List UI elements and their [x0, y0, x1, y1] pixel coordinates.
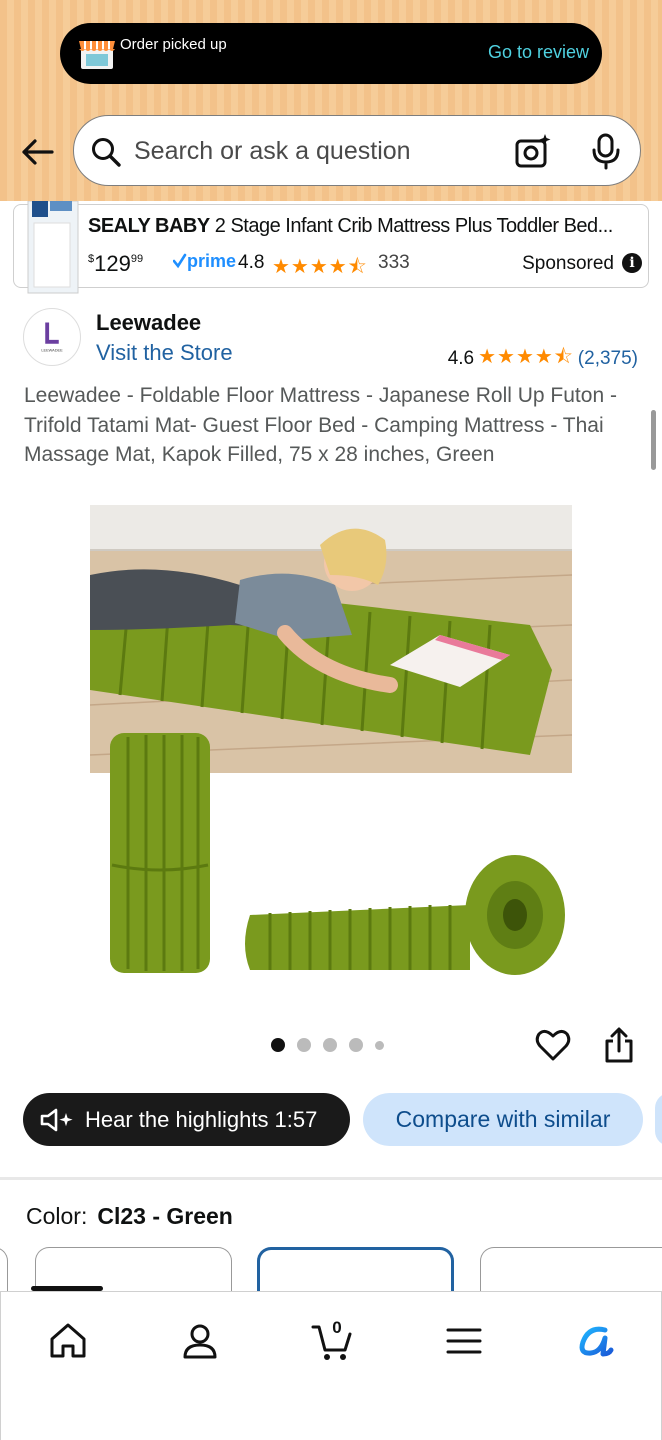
microphone-icon[interactable] — [588, 132, 624, 170]
section-divider — [0, 1177, 662, 1180]
sponsored-info-row: $12999 prime 4.8 ★★★★⯪ 333 Sponsored i — [88, 251, 644, 278]
account-icon[interactable] — [179, 1320, 221, 1362]
carousel-dot[interactable] — [349, 1038, 363, 1052]
speaker-sparkle-icon — [40, 1108, 73, 1131]
sponsored-review-count: 333 — [378, 252, 410, 273]
store-icon — [79, 41, 115, 69]
search-input[interactable] — [134, 134, 494, 168]
hear-highlights-button[interactable]: Hear the highlights 1:57 — [23, 1093, 350, 1146]
sponsored-rating: 4.8 — [238, 252, 265, 273]
rating-stars: ★★★★⯪ — [478, 346, 574, 368]
carousel-dot[interactable] — [297, 1038, 311, 1052]
carousel-dot[interactable] — [271, 1038, 285, 1052]
svg-text:LEEWADEE: LEEWADEE — [41, 348, 63, 352]
carousel-dot[interactable] — [323, 1038, 337, 1052]
color-selector-label: Color: Cl23 - Green — [26, 1203, 233, 1230]
active-tab-indicator — [31, 1286, 103, 1291]
back-arrow-icon[interactable] — [18, 132, 58, 172]
sponsored-product-card[interactable]: SEALY BABY 2 Stage Infant Crib Mattress … — [13, 201, 649, 294]
brand-name: Leewadee — [96, 310, 202, 335]
rufus-icon[interactable] — [575, 1320, 617, 1362]
image-carousel-dots[interactable] — [271, 1038, 384, 1052]
cart-button[interactable]: 0 — [311, 1318, 353, 1362]
heart-icon[interactable] — [535, 1027, 571, 1063]
product-image[interactable] — [90, 505, 572, 995]
bottom-navigation: 0 — [0, 1286, 662, 1440]
rating-count-link[interactable]: (2,375) — [578, 348, 638, 370]
search-bar[interactable] — [73, 115, 641, 186]
search-icon — [92, 138, 121, 167]
share-icon[interactable] — [603, 1027, 635, 1063]
sponsored-product-image — [27, 201, 79, 294]
home-icon[interactable] — [47, 1320, 89, 1362]
sponsored-stars: ★★★★⯪ — [272, 256, 368, 278]
sponsored-title-text: 2 Stage Infant Crib Mattress Plus Toddle… — [209, 215, 614, 237]
menu-icon[interactable] — [443, 1320, 485, 1362]
brand-logo[interactable]: LEEWADEE — [23, 308, 81, 366]
carousel-dot[interactable] — [375, 1040, 384, 1050]
sponsored-price: $12999 — [88, 251, 144, 276]
product-title: Leewadee - Foldable Floor Mattress - Jap… — [24, 384, 617, 466]
product-rating[interactable]: 4.6 ★★★★⯪ (2,375) — [448, 342, 638, 376]
sponsored-product-title: SEALY BABY 2 Stage Infant Crib Mattress … — [88, 215, 644, 238]
order-status-banner[interactable]: Order picked up Go to review — [60, 23, 602, 84]
prime-badge-icon: prime — [173, 251, 236, 271]
order-status-text: Order picked up — [120, 36, 227, 53]
header: Order picked up Go to review — [0, 0, 662, 201]
compare-similar-button[interactable]: Compare with similar — [363, 1093, 643, 1146]
product-page: Order picked up Go to review Search or a… — [0, 0, 662, 1440]
go-to-review-link[interactable]: Go to review — [488, 42, 589, 63]
sponsored-label: Sponsored — [522, 253, 614, 274]
scrollbar-thumb[interactable] — [651, 410, 656, 470]
cart-count: 0 — [332, 1318, 342, 1337]
sponsored-brand: SEALY BABY — [88, 215, 210, 237]
svg-text:prime: prime — [187, 251, 236, 271]
info-icon[interactable]: i — [622, 253, 642, 273]
camera-search-icon[interactable] — [514, 132, 552, 170]
color-value: Cl23 - Green — [97, 1203, 233, 1229]
hear-highlights-label: Hear the highlights 1:57 — [85, 1106, 318, 1132]
color-label: Color: — [26, 1203, 88, 1229]
more-actions-pill[interactable] — [655, 1093, 662, 1146]
visit-store-link[interactable]: Visit the Store — [96, 340, 233, 366]
rating-value: 4.6 — [447, 348, 475, 369]
